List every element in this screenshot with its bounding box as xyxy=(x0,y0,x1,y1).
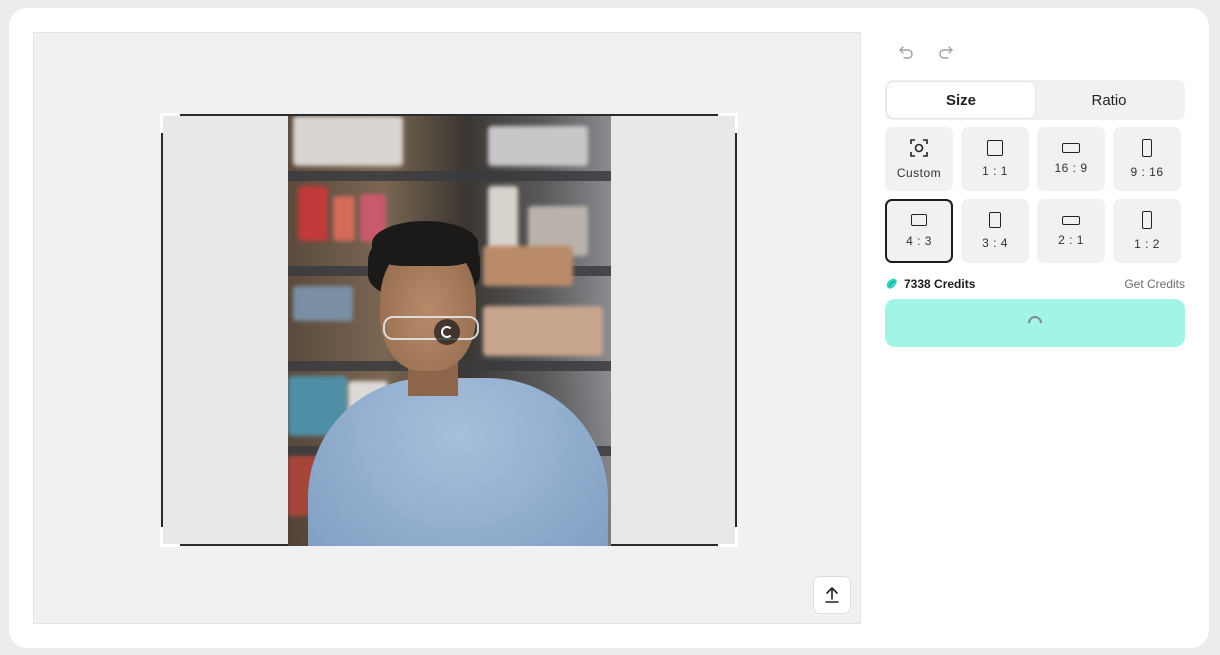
redo-button[interactable] xyxy=(937,43,955,61)
size-option-9-16[interactable]: 9 : 16 xyxy=(1113,127,1181,191)
shirt-shape xyxy=(308,378,608,546)
ratio-9-16-icon xyxy=(1142,139,1152,157)
credit-gem-icon xyxy=(886,278,897,289)
size-option-1-2[interactable]: 1 : 2 xyxy=(1113,199,1181,263)
settings-panel: Size Ratio Custom 1 : 1 16 : 9 9 : 16 4 … xyxy=(885,32,1185,347)
generate-button[interactable] xyxy=(885,299,1185,347)
size-option-1-1[interactable]: 1 : 1 xyxy=(961,127,1029,191)
editor-card: Size Ratio Custom 1 : 1 16 : 9 9 : 16 4 … xyxy=(9,8,1209,648)
size-option-2-1[interactable]: 2 : 1 xyxy=(1037,199,1105,263)
get-credits-link[interactable]: Get Credits xyxy=(1124,277,1185,291)
size-option-label: 2 : 1 xyxy=(1058,232,1084,247)
crop-frame[interactable] xyxy=(160,113,738,547)
size-option-4-3[interactable]: 4 : 3 xyxy=(885,199,953,263)
size-options: Custom 1 : 1 16 : 9 9 : 16 4 : 3 3 : 4 2… xyxy=(885,127,1185,263)
history-controls xyxy=(885,32,1185,72)
upload-icon xyxy=(825,587,839,603)
credits-row: 7338 Credits Get Credits xyxy=(885,276,1185,292)
ratio-1-1-icon xyxy=(987,140,1003,156)
crop-handle-top-left[interactable] xyxy=(160,113,180,133)
loading-spinner-icon xyxy=(1025,313,1045,333)
undo-button[interactable] xyxy=(897,43,915,61)
loading-spinner-icon xyxy=(434,319,460,345)
upload-button[interactable] xyxy=(813,576,851,614)
tab-ratio[interactable]: Ratio xyxy=(1035,82,1183,118)
mode-tabs: Size Ratio xyxy=(885,80,1185,120)
size-option-custom[interactable]: Custom xyxy=(885,127,953,191)
size-option-3-4[interactable]: 3 : 4 xyxy=(961,199,1029,263)
size-option-label: 9 : 16 xyxy=(1130,165,1164,179)
redo-icon xyxy=(939,46,953,59)
ratio-16-9-icon xyxy=(1062,143,1080,153)
credits-balance: 7338 Credits xyxy=(885,277,975,291)
size-option-label: 1 : 1 xyxy=(982,164,1008,178)
ratio-3-4-icon xyxy=(989,212,1001,228)
custom-crop-icon xyxy=(910,139,928,157)
crop-handle-top-right[interactable] xyxy=(718,113,738,133)
size-option-label: 1 : 2 xyxy=(1134,237,1160,251)
image-canvas xyxy=(33,32,861,624)
crop-handle-bottom-left[interactable] xyxy=(160,527,180,547)
crop-handle-bottom-right[interactable] xyxy=(718,527,738,547)
tab-size[interactable]: Size xyxy=(887,82,1035,118)
undo-icon xyxy=(899,46,913,59)
size-option-label: Custom xyxy=(896,166,942,180)
ratio-1-2-icon xyxy=(1142,211,1152,229)
size-option-label: 3 : 4 xyxy=(982,236,1008,250)
size-option-label: 4 : 3 xyxy=(906,234,932,248)
ratio-4-3-icon xyxy=(911,214,927,226)
size-option-16-9[interactable]: 16 : 9 xyxy=(1037,127,1105,191)
size-option-label: 16 : 9 xyxy=(1054,161,1088,175)
credits-amount: 7338 Credits xyxy=(904,277,976,291)
ratio-2-1-icon xyxy=(1062,215,1080,225)
